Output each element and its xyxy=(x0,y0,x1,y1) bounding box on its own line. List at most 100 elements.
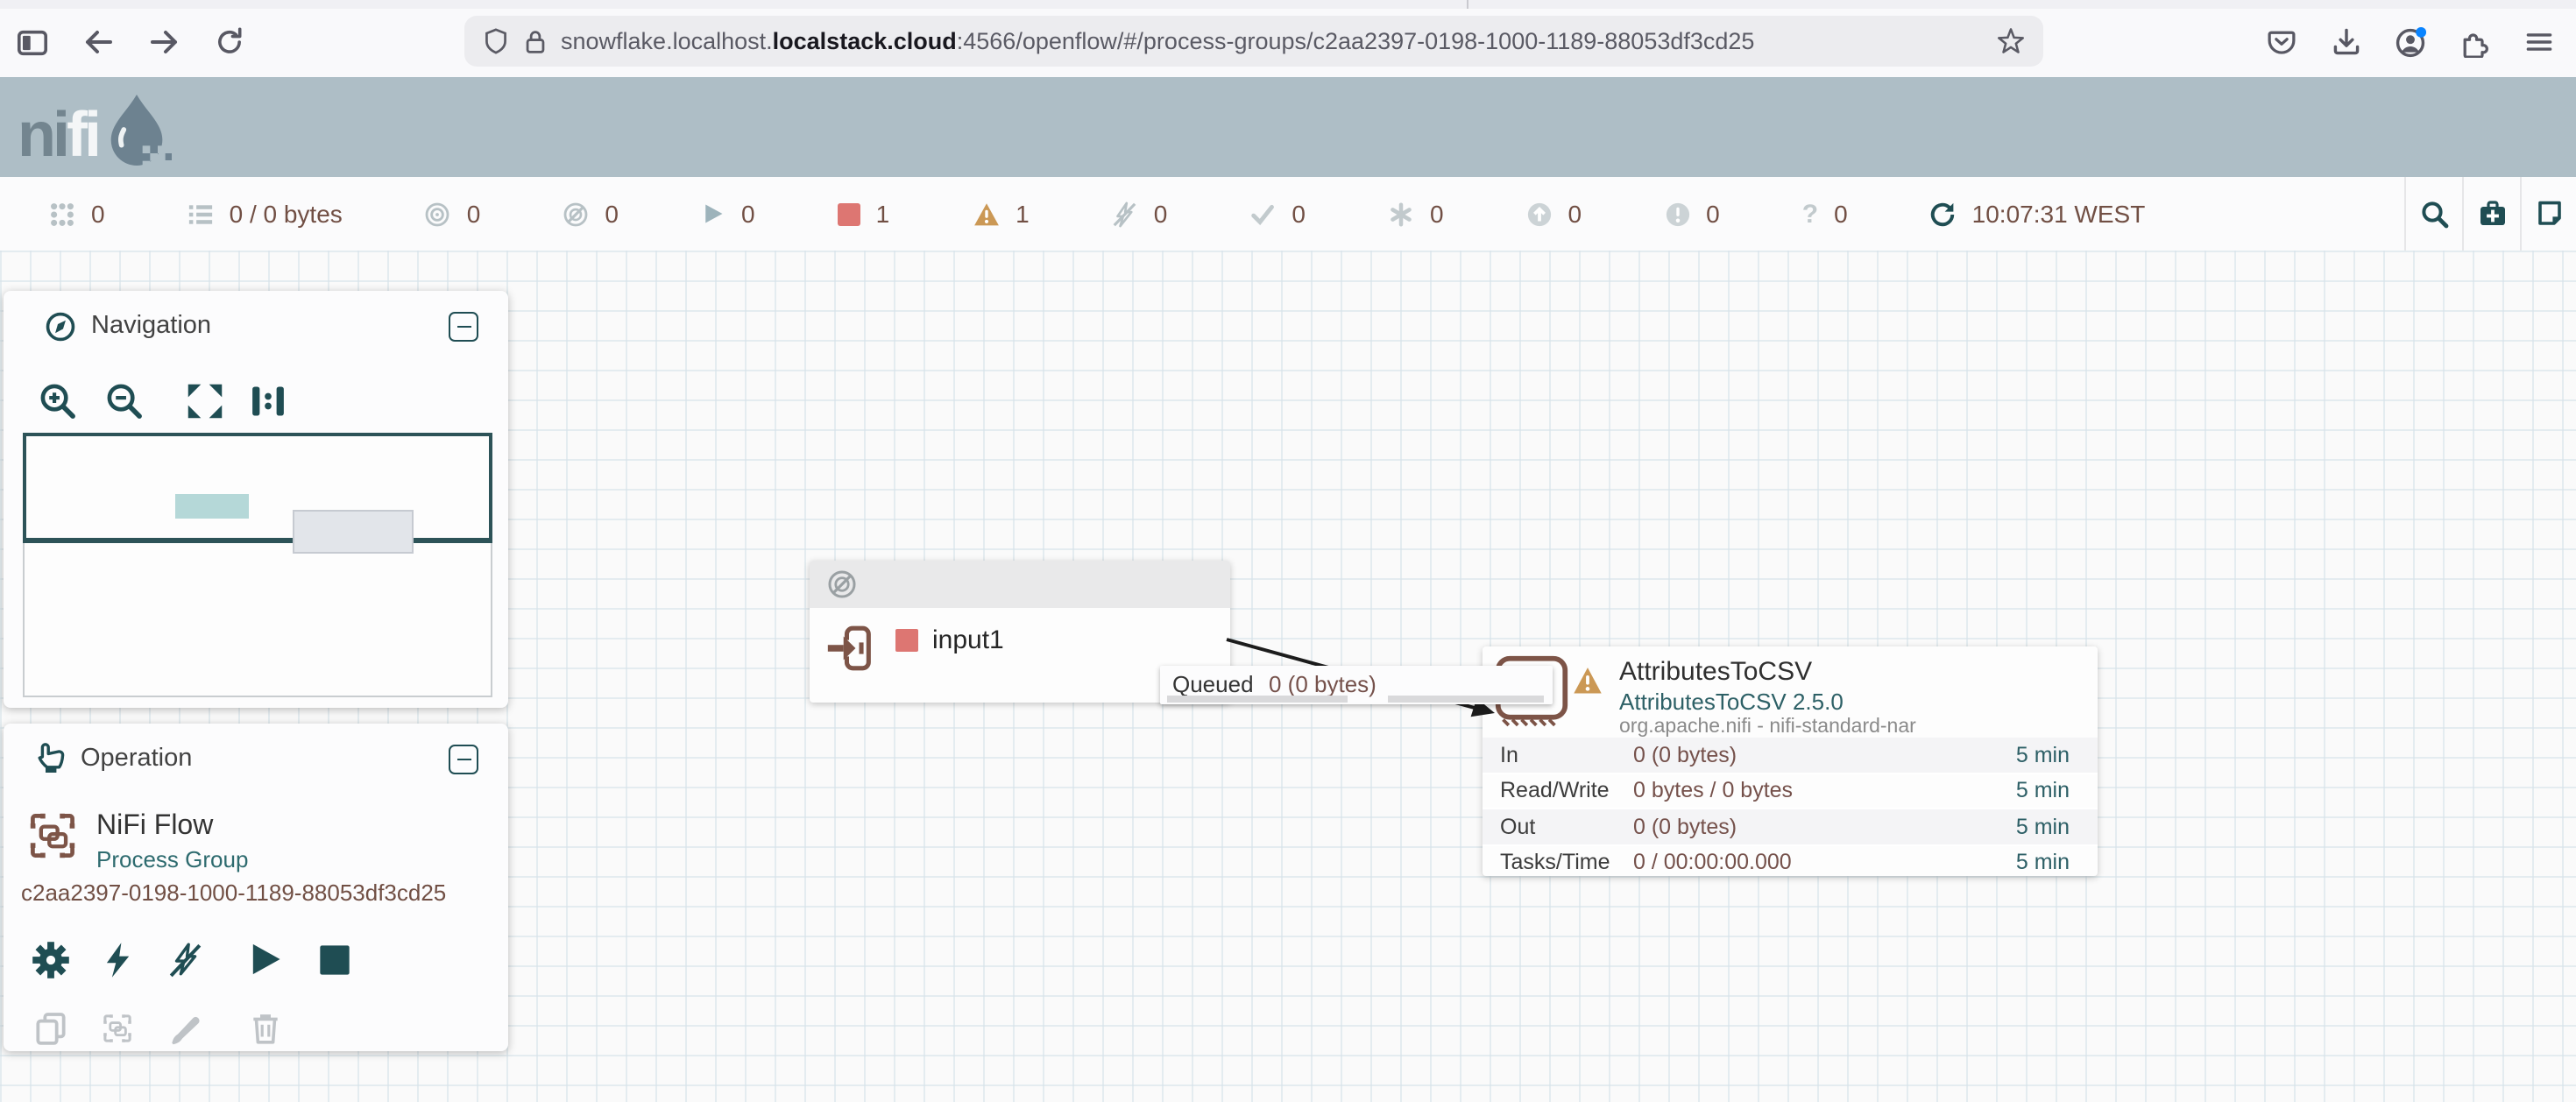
copy-button[interactable] xyxy=(30,1007,72,1049)
gear-icon xyxy=(32,941,70,979)
sidebar-toggle-button[interactable] xyxy=(12,23,51,61)
pocket-icon xyxy=(2266,26,2297,58)
download-icon xyxy=(2331,26,2362,58)
stats-row-out: Out 0 (0 bytes) 5 min xyxy=(1483,808,2098,844)
not-transmitting-icon xyxy=(563,201,589,227)
operation-title: Operation xyxy=(81,745,192,773)
puzzle-icon xyxy=(2459,26,2490,58)
stopped-state-square xyxy=(895,629,918,652)
status-value: 0 xyxy=(605,200,619,228)
queue-progressbar xyxy=(1167,696,1348,702)
reload-button[interactable] xyxy=(210,23,249,61)
status-stale: 0 xyxy=(1526,200,1582,228)
notes-button[interactable] xyxy=(2522,177,2576,251)
status-refresh[interactable]: 10:07:31 WEST xyxy=(1930,200,2146,228)
operation-collapse-button[interactable] xyxy=(449,745,478,774)
status-not-transmitting: 0 xyxy=(563,200,619,228)
forward-button[interactable] xyxy=(145,23,184,61)
stats-row-read-write: Read/Write 0 bytes / 0 bytes 5 min xyxy=(1483,772,2098,808)
selected-flow-type: Process Group xyxy=(96,846,248,872)
paintbrush-icon xyxy=(166,1010,202,1047)
flow-status-bar: 0 0 / 0 bytes 0 0 0 1 xyxy=(0,177,2576,252)
search-button[interactable] xyxy=(2406,177,2462,251)
status-stopped: 1 xyxy=(838,200,890,228)
status-locally-modified: 0 xyxy=(1388,200,1444,228)
downloads-button[interactable] xyxy=(2327,23,2366,61)
group-button[interactable] xyxy=(96,1007,138,1049)
configure-button[interactable] xyxy=(30,939,72,981)
birdseye-minimap[interactable] xyxy=(23,433,492,697)
status-running: 0 xyxy=(701,200,755,228)
check-icon xyxy=(1249,201,1276,227)
group-icon xyxy=(100,1011,135,1046)
refresh-icon xyxy=(1930,201,1957,227)
pocket-button[interactable] xyxy=(2262,23,2301,61)
input-port-glyph-icon xyxy=(825,620,881,676)
url-prefix: snowflake.localhost. xyxy=(561,28,773,54)
processor-type-version: AttributesToCSV 2.5.0 xyxy=(1619,689,1844,715)
status-value: 0 xyxy=(1706,200,1720,228)
color-button[interactable] xyxy=(163,1007,205,1049)
zoom-in-icon xyxy=(39,382,77,420)
nifi-logo-text: nifi xyxy=(18,100,98,170)
note-icon xyxy=(2536,200,2564,228)
hand-pointer-icon xyxy=(32,739,67,774)
delete-button[interactable] xyxy=(244,1007,286,1049)
flow-analysis-button[interactable] xyxy=(2464,177,2520,251)
sidebar-icon xyxy=(15,25,48,59)
zoom-fit-button[interactable] xyxy=(186,382,224,429)
back-button[interactable] xyxy=(79,23,117,61)
exclamation-circle-icon xyxy=(1664,201,1690,227)
minimap-viewport[interactable] xyxy=(23,433,492,543)
transmitting-icon xyxy=(425,201,451,227)
account-button[interactable] xyxy=(2390,23,2429,61)
stat-value: 0 bytes / 0 bytes xyxy=(1633,779,1793,803)
status-up-to-date: 0 xyxy=(1249,200,1306,228)
status-value: 0 / 0 bytes xyxy=(230,200,343,228)
connection-queued-label[interactable]: Queued 0 (0 bytes) xyxy=(1160,666,1553,704)
url-host: localstack.cloud xyxy=(773,28,957,54)
zoom-actual-size-button[interactable] xyxy=(249,382,287,429)
processor-name: AttributesToCSV xyxy=(1619,657,1812,687)
status-invalid: 1 xyxy=(972,200,1030,228)
navigation-collapse-button[interactable] xyxy=(449,312,478,342)
selected-flow-name: NiFi Flow xyxy=(96,811,213,843)
crossed-bolt-icon xyxy=(166,941,202,979)
question-icon: ? xyxy=(1802,201,1818,227)
disable-button[interactable] xyxy=(163,939,205,981)
flow-canvas[interactable]: input1 Queued 0 (0 bytes) AttributesToCS… xyxy=(0,251,2576,1102)
zoom-out-button[interactable] xyxy=(105,382,144,429)
nifi-droplet-icon xyxy=(102,89,172,170)
disabled-bolt-icon xyxy=(1112,201,1138,227)
search-icon xyxy=(2419,199,2449,229)
zoom-out-icon xyxy=(105,382,144,420)
first-aid-kit-icon xyxy=(2477,200,2507,228)
navigation-panel: Navigation xyxy=(4,291,508,708)
queued-text: Queued xyxy=(1172,671,1254,697)
stat-label: Out xyxy=(1483,815,1633,839)
operation-panel: Operation NiFi Flow Process Group c2aa23… xyxy=(4,724,508,1051)
status-active-threads: 0 xyxy=(49,200,105,228)
stop-button[interactable] xyxy=(314,939,356,981)
enable-button[interactable] xyxy=(96,939,138,981)
browser-chrome: snowflake.localhost.localstack.cloud:456… xyxy=(0,0,2576,79)
extensions-button[interactable] xyxy=(2455,23,2494,61)
stat-value: 0 (0 bytes) xyxy=(1633,815,1737,839)
url-bar[interactable]: snowflake.localhost.localstack.cloud:456… xyxy=(464,16,2043,67)
input-port-header xyxy=(810,561,1230,608)
zoom-in-button[interactable] xyxy=(39,382,77,429)
running-icon xyxy=(701,201,725,226)
status-value: 0 xyxy=(1154,200,1168,228)
stat-window: 5 min xyxy=(2016,779,2098,803)
browser-menu-button[interactable] xyxy=(2520,23,2558,61)
bookmark-star-icon[interactable] xyxy=(1996,26,2026,56)
tab-divider xyxy=(1467,0,1468,9)
account-icon xyxy=(2393,25,2426,59)
processor-component[interactable]: AttributesToCSV AttributesToCSV 2.5.0 or… xyxy=(1483,646,2098,876)
stats-row-in: In 0 (0 bytes) 5 min xyxy=(1483,738,2098,772)
start-button[interactable] xyxy=(244,937,286,979)
status-items: 0 0 / 0 bytes 0 0 0 1 xyxy=(49,177,2145,251)
one-to-one-icon xyxy=(249,382,287,420)
selected-flow-id: c2aa2397-0198-1000-1189-88053df3cd25 xyxy=(21,879,446,906)
active-threads-icon xyxy=(49,201,75,227)
